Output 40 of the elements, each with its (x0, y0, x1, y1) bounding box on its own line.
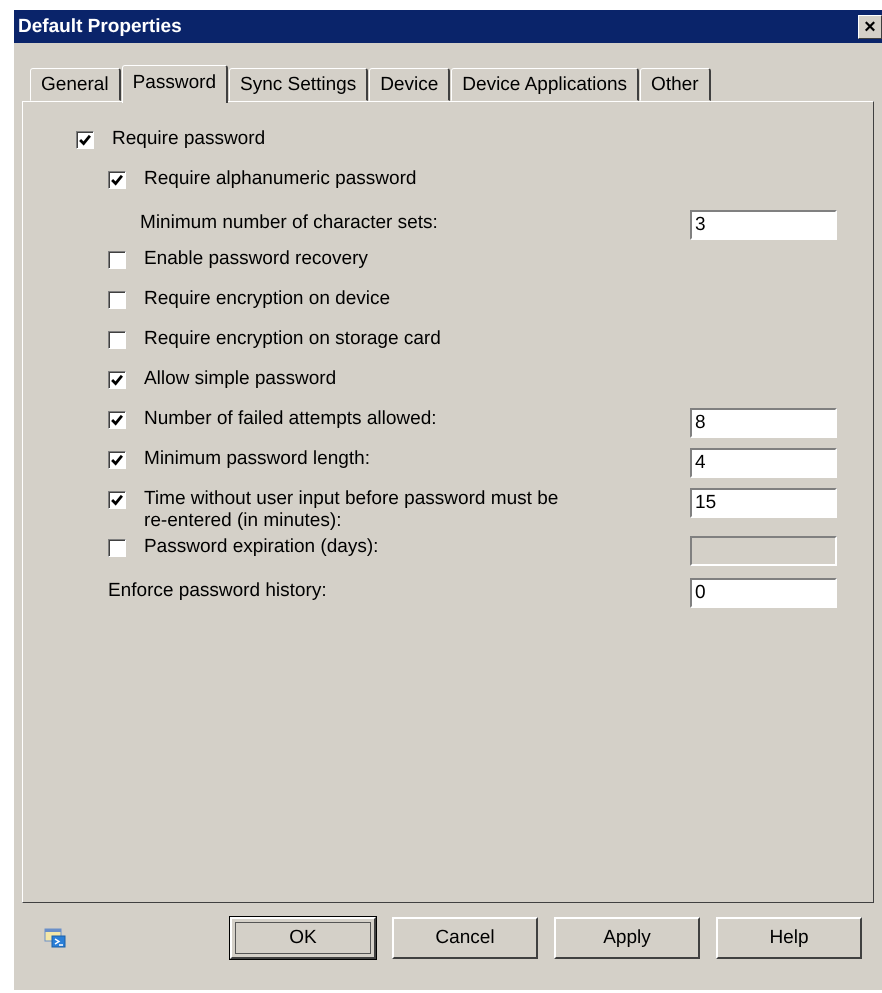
checkbox-label: Require password (112, 128, 266, 150)
text-field[interactable]: 15 (690, 488, 837, 518)
dialog-button[interactable]: Apply (554, 917, 700, 959)
tab[interactable]: Password (122, 65, 228, 103)
field-label: Minimum number of character sets: (140, 212, 438, 234)
text-field[interactable]: 0 (690, 578, 837, 608)
text-field[interactable]: 3 (690, 210, 837, 240)
text-field[interactable]: 8 (690, 408, 837, 438)
checkbox-label: Minimum password length: (144, 448, 370, 470)
console-window-icon (44, 928, 66, 948)
checkbox[interactable] (108, 411, 126, 429)
text-field[interactable]: 4 (690, 448, 837, 478)
checkbox-label: Number of failed attempts allowed: (144, 408, 437, 430)
checkbox-label: Time without user input before password must be re-entered (in minutes): (144, 488, 560, 532)
checkbox-label: Password expiration (days): (144, 536, 378, 558)
checkbox[interactable] (108, 171, 126, 189)
checkbox[interactable] (108, 491, 126, 509)
window-title: Default Properties (18, 16, 182, 38)
checkbox-label: Allow simple password (144, 368, 336, 390)
tab[interactable]: Device (369, 68, 450, 101)
checkbox[interactable] (108, 331, 126, 349)
dialog-button[interactable]: Cancel (392, 917, 538, 959)
close-button[interactable]: × (858, 14, 882, 38)
tab[interactable]: General (30, 68, 121, 101)
checkbox[interactable] (108, 539, 126, 557)
tab[interactable]: Sync Settings (229, 68, 368, 101)
dialog-button[interactable]: OK (230, 917, 376, 959)
checkbox-label: Require alphanumeric password (144, 168, 416, 190)
tab[interactable]: Device Applications (451, 68, 640, 101)
checkbox[interactable] (108, 371, 126, 389)
checkbox[interactable] (76, 131, 94, 149)
checkbox[interactable] (108, 291, 126, 309)
checkbox-label: Require encryption on device (144, 288, 390, 310)
checkbox-label: Enable password recovery (144, 248, 368, 270)
tab[interactable]: Other (640, 68, 711, 101)
checkbox[interactable] (108, 251, 126, 269)
checkbox[interactable] (108, 451, 126, 469)
dialog-button[interactable]: Help (716, 917, 862, 959)
checkbox-label: Require encryption on storage card (144, 328, 441, 350)
field-label: Enforce password history: (108, 580, 327, 602)
